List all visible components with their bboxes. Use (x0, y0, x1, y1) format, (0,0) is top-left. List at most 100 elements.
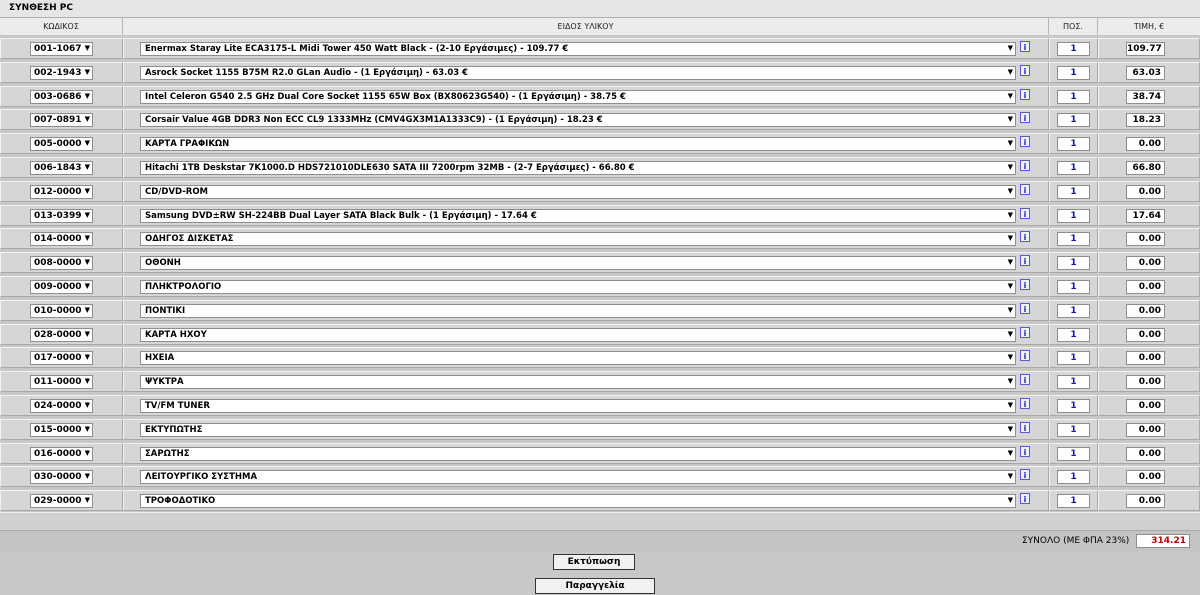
code-select[interactable]: 003-0686 ▼ (30, 89, 93, 104)
chevron-down-icon: ▼ (1007, 329, 1013, 338)
info-icon[interactable]: i (1020, 88, 1030, 100)
code-select[interactable]: 013-0399 ▼ (30, 208, 93, 223)
info-icon[interactable]: i (1020, 421, 1030, 433)
info-icon[interactable]: i (1020, 445, 1030, 457)
quantity-input[interactable]: 1 (1057, 208, 1090, 223)
price-value: 66.80 (1126, 161, 1165, 175)
item-select[interactable]: ΗΧΕΙΑ ▼ (140, 351, 1016, 366)
code-select[interactable]: 008-0000 ▼ (30, 256, 93, 271)
quantity-input[interactable]: 1 (1057, 327, 1090, 342)
info-icon[interactable]: i (1020, 41, 1030, 52)
item-select[interactable]: ΛΕΙΤΟΥΡΓΙΚΟ ΣΥΣΤΗΜΑ ▼ (140, 470, 1016, 485)
info-icon[interactable]: i (1020, 112, 1030, 124)
item-value: Hitachi 1TB Deskstar 7K1000.D HDS721010D… (145, 163, 635, 173)
code-select[interactable]: 028-0000 ▼ (30, 327, 93, 342)
quantity-input[interactable]: 1 (1057, 42, 1090, 56)
order-button[interactable]: Παραγγελία (535, 578, 655, 594)
quantity-input[interactable]: 1 (1057, 422, 1090, 437)
info-icon[interactable]: i (1020, 255, 1030, 267)
code-select[interactable]: 016-0000 ▼ (30, 446, 93, 461)
item-select[interactable]: ΠΟΝΤΙΚΙ ▼ (140, 303, 1016, 318)
item-select[interactable]: ΤΡΟΦΟΔΟΤΙΚΟ ▼ (140, 494, 1016, 509)
code-select[interactable]: 015-0000 ▼ (30, 422, 93, 437)
quantity-input[interactable]: 1 (1057, 184, 1090, 199)
quantity-input[interactable]: 1 (1057, 399, 1090, 413)
info-icon[interactable]: i (1020, 136, 1030, 148)
quantity-input[interactable]: 1 (1057, 470, 1090, 485)
item-select[interactable]: Samsung DVD±RW SH-224BB Dual Layer SATA … (140, 208, 1016, 223)
info-icon[interactable]: i (1020, 493, 1030, 505)
item-select[interactable]: Asrock Socket 1155 B75M R2.0 GLan Audio … (140, 65, 1016, 80)
quantity-input[interactable]: 1 (1057, 256, 1090, 271)
info-icon[interactable]: i (1020, 231, 1030, 243)
quantity-input[interactable]: 1 (1057, 65, 1090, 80)
code-select[interactable]: 017-0000 ▼ (30, 351, 93, 366)
item-select[interactable]: Corsair Value 4GB DDR3 Non ECC CL9 1333M… (140, 113, 1016, 128)
table-row: 016-0000 ▼ ΣΑΡΩΤΗΣ ▼ i 1 0.00 (0, 442, 1200, 465)
info-icon[interactable]: i (1020, 374, 1030, 386)
item-select[interactable]: CD/DVD-ROM ▼ (140, 184, 1016, 199)
info-icon[interactable]: i (1020, 207, 1030, 219)
info-icon[interactable]: i (1020, 183, 1030, 195)
quantity-input[interactable]: 1 (1057, 446, 1090, 461)
code-select[interactable]: 011-0000 ▼ (30, 375, 93, 390)
quantity-input[interactable]: 1 (1057, 375, 1090, 390)
info-icon[interactable]: i (1020, 64, 1030, 76)
code-select[interactable]: 012-0000 ▼ (30, 184, 93, 199)
total-bar: ΣΥΝΟΛΟ (ΜΕ ΦΠΑ 23%) 314.21 (0, 530, 1200, 551)
info-icon[interactable]: i (1020, 160, 1030, 171)
code-value: 001-1067 (34, 44, 82, 54)
quantity-input[interactable]: 1 (1057, 232, 1090, 247)
code-select[interactable]: 030-0000 ▼ (30, 470, 93, 485)
item-select[interactable]: Hitachi 1TB Deskstar 7K1000.D HDS721010D… (140, 161, 1016, 175)
column-header-qty-label: ΠΟΣ. (1063, 22, 1083, 31)
chevron-down-icon: ▼ (84, 377, 90, 386)
item-select[interactable]: ΠΛΗΚΤΡΟΛΟΓΙΟ ▼ (140, 280, 1016, 294)
quantity-input[interactable]: 1 (1057, 280, 1090, 294)
code-select[interactable]: 024-0000 ▼ (30, 399, 93, 413)
table-row: 013-0399 ▼ Samsung DVD±RW SH-224BB Dual La… (0, 204, 1200, 227)
print-button[interactable]: Εκτύπωση (553, 554, 635, 570)
chevron-down-icon: ▼ (84, 210, 90, 219)
chevron-down-icon: ▼ (84, 353, 90, 362)
code-select[interactable]: 009-0000 ▼ (30, 280, 93, 294)
code-select[interactable]: 001-1067 ▼ (30, 42, 93, 56)
info-icon[interactable]: i (1020, 398, 1030, 409)
info-icon[interactable]: i (1020, 279, 1030, 290)
chevron-down-icon: ▼ (1007, 448, 1013, 457)
quantity-input[interactable]: 1 (1057, 303, 1090, 318)
info-icon[interactable]: i (1020, 302, 1030, 314)
item-select[interactable]: ΟΘΟΝΗ ▼ (140, 256, 1016, 271)
info-icon[interactable]: i (1020, 469, 1030, 481)
code-select[interactable]: 006-1843 ▼ (30, 161, 93, 175)
item-value: ΗΧΕΙΑ (145, 353, 175, 364)
table-row: 014-0000 ▼ ΟΔΗΓΟΣ ΔΙΣΚΕΤΑΣ ▼ i 1 0.00 (0, 227, 1200, 250)
item-select[interactable]: Intel Celeron G540 2.5 GHz Dual Core Soc… (140, 89, 1016, 104)
code-select[interactable]: 007-0891 ▼ (30, 113, 93, 128)
chevron-down-icon: ▼ (1007, 424, 1013, 433)
code-select[interactable]: 005-0000 ▼ (30, 137, 93, 152)
code-select[interactable]: 002-1943 ▼ (30, 65, 93, 80)
code-select[interactable]: 010-0000 ▼ (30, 303, 93, 318)
quantity-input[interactable]: 1 (1057, 351, 1090, 366)
item-select[interactable]: ΚΑΡΤΑ ΓΡΑΦΙΚΩΝ ▼ (140, 137, 1016, 152)
chevron-down-icon: ▼ (84, 139, 90, 148)
info-icon[interactable]: i (1020, 350, 1030, 362)
item-select[interactable]: ΣΑΡΩΤΗΣ ▼ (140, 446, 1016, 461)
item-select[interactable]: ΚΑΡΤΑ ΗΧΟΥ ▼ (140, 327, 1016, 342)
item-value: ΛΕΙΤΟΥΡΓΙΚΟ ΣΥΣΤΗΜΑ (145, 472, 258, 483)
info-icon[interactable]: i (1020, 326, 1030, 338)
item-select[interactable]: ΟΔΗΓΟΣ ΔΙΣΚΕΤΑΣ ▼ (140, 232, 1016, 247)
item-select[interactable]: ΨΥΚΤΡΑ ▼ (140, 375, 1016, 390)
quantity-input[interactable]: 1 (1057, 89, 1090, 104)
quantity-input[interactable]: 1 (1057, 137, 1090, 152)
item-select[interactable]: ΕΚΤΥΠΩΤΗΣ ▼ (140, 422, 1016, 437)
quantity-input[interactable]: 1 (1057, 113, 1090, 128)
item-select[interactable]: Enermax Staray Lite ECA3175-L Midi Tower… (140, 42, 1016, 56)
quantity-input[interactable]: 1 (1057, 161, 1090, 175)
table-row: 017-0000 ▼ ΗΧΕΙΑ ▼ i 1 0.00 (0, 346, 1200, 369)
code-select[interactable]: 014-0000 ▼ (30, 232, 93, 247)
code-select[interactable]: 029-0000 ▼ (30, 494, 93, 509)
quantity-input[interactable]: 1 (1057, 494, 1090, 509)
item-select[interactable]: TV/FM TUNER ▼ (140, 399, 1016, 413)
